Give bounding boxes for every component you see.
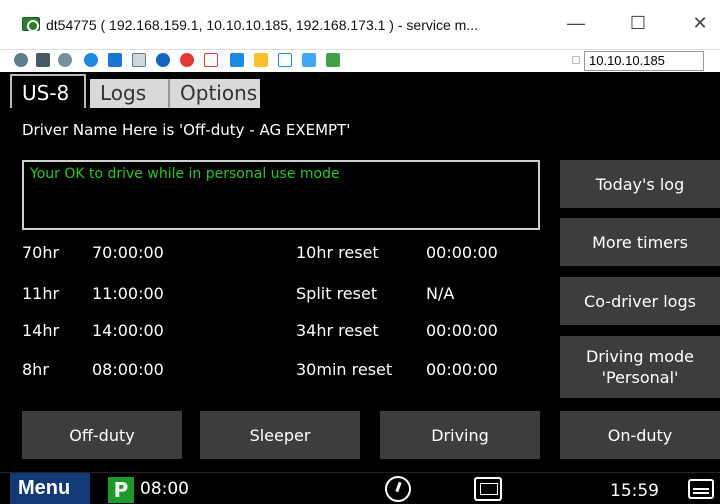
timer-11hr-value: 11:00:00: [92, 284, 164, 303]
timer-split-reset-label: Split reset: [296, 284, 378, 303]
ip-address-field[interactable]: 10.10.10.185: [584, 51, 704, 71]
driving-mode-value: 'Personal': [601, 368, 679, 387]
timer-70hr-label: 70hr: [22, 243, 60, 262]
on-duty-button[interactable]: On-duty: [560, 411, 720, 459]
keyboard-icon[interactable]: [688, 479, 714, 499]
status-bar: Menu P 08:00 15:59: [0, 472, 720, 504]
device-screen-icon[interactable]: [474, 477, 502, 501]
window-titlebar: dt54775 ( 192.168.159.1, 10.10.10.185, 1…: [0, 0, 720, 50]
chat-icon[interactable]: [326, 53, 340, 67]
close-doc-icon[interactable]: [204, 53, 218, 67]
maximize-button[interactable]: ☐: [618, 10, 658, 36]
timer-10hr-reset-value: 00:00:00: [426, 243, 498, 262]
remote-toolbar: 10.10.10.185: [0, 50, 720, 72]
timer-14hr-value: 14:00:00: [92, 321, 164, 340]
timer-8hr-value: 08:00:00: [92, 360, 164, 379]
timer-34hr-reset-label: 34hr reset: [296, 321, 379, 340]
personal-mode-badge: P: [108, 477, 134, 503]
timer-split-reset-value: N/A: [426, 284, 455, 303]
stop-icon[interactable]: [180, 53, 194, 67]
message-box: Your OK to drive while in personal use m…: [22, 160, 540, 230]
network-icon[interactable]: [278, 53, 292, 67]
sleeper-button[interactable]: Sleeper: [200, 411, 360, 459]
settings-icon[interactable]: [58, 53, 72, 67]
timer-70hr-value: 70:00:00: [92, 243, 164, 262]
screen-icon[interactable]: [36, 53, 50, 67]
timer-34hr-reset-value: 00:00:00: [426, 321, 498, 340]
gear-icon[interactable]: [14, 53, 28, 67]
driver-status-line: Driver Name Here is 'Off-duty - AG EXEMP…: [22, 121, 351, 139]
more-timers-button[interactable]: More timers: [560, 218, 720, 266]
folder-icon[interactable]: [254, 53, 268, 67]
message-text: Your OK to drive while in personal use m…: [30, 166, 340, 182]
personal-mode-time: 08:00: [140, 479, 189, 499]
device-icon[interactable]: [302, 53, 316, 67]
gauge-icon[interactable]: [385, 476, 411, 502]
minimize-button[interactable]: —: [556, 10, 596, 36]
todays-log-button[interactable]: Today's log: [560, 160, 720, 208]
timer-14hr-label: 14hr: [22, 321, 60, 340]
tab-options[interactable]: Options: [168, 79, 260, 108]
driving-mode-button[interactable]: Driving mode 'Personal': [560, 336, 720, 398]
off-duty-button[interactable]: Off-duty: [22, 411, 182, 459]
close-button[interactable]: ✕: [680, 10, 720, 36]
timer-10hr-reset-label: 10hr reset: [296, 243, 379, 262]
timer-11hr-label: 11hr: [22, 284, 60, 303]
monitor-icon[interactable]: [230, 53, 244, 67]
driving-mode-label: Driving mode: [585, 347, 694, 366]
refresh-icon[interactable]: [84, 53, 98, 67]
clock: 15:59: [610, 481, 659, 501]
doc-icon[interactable]: [132, 53, 146, 67]
codriver-logs-button[interactable]: Co-driver logs: [560, 277, 720, 325]
menu-button[interactable]: Menu: [10, 473, 90, 504]
tab-logs[interactable]: Logs: [90, 79, 168, 108]
timer-8hr-label: 8hr: [22, 360, 49, 379]
app-icon: [22, 17, 40, 32]
timer-30min-reset-value: 00:00:00: [426, 360, 498, 379]
timer-30min-reset-label: 30min reset: [296, 360, 393, 379]
info-icon[interactable]: [156, 53, 170, 67]
ip-marker-icon: [572, 56, 580, 64]
windows-icon[interactable]: [108, 53, 122, 67]
window-title: dt54775 ( 192.168.159.1, 10.10.10.185, 1…: [46, 17, 478, 33]
tab-us8[interactable]: US-8: [10, 74, 86, 108]
driving-button[interactable]: Driving: [380, 411, 540, 459]
